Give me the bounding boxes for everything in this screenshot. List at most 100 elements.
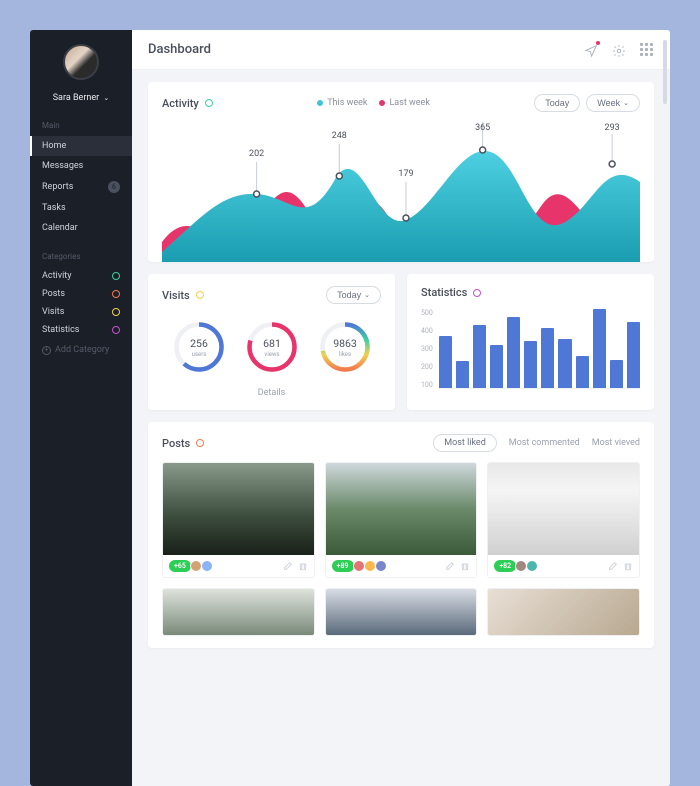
sidebar-item-label: Calendar bbox=[42, 223, 78, 233]
commenter-avatar bbox=[353, 560, 365, 572]
stat-bar bbox=[507, 317, 520, 388]
trash-icon[interactable] bbox=[460, 561, 470, 571]
activity-week-button[interactable]: Week⌄ bbox=[586, 94, 640, 112]
scrollbar[interactable] bbox=[663, 40, 667, 104]
post-card[interactable] bbox=[325, 588, 478, 636]
edit-icon[interactable] bbox=[608, 561, 618, 571]
sidebar-section-main: Main bbox=[30, 117, 132, 136]
chevron-down-icon: ⌄ bbox=[364, 291, 370, 299]
add-category-button[interactable]: + Add Category bbox=[30, 339, 132, 361]
stat-bar bbox=[576, 356, 589, 388]
stat-bar bbox=[627, 322, 640, 388]
stat-bar bbox=[439, 336, 452, 388]
stat-bar bbox=[524, 341, 537, 388]
activity-today-button[interactable]: Today bbox=[534, 94, 580, 112]
gear-icon bbox=[612, 44, 626, 58]
posts-dot-icon bbox=[196, 439, 204, 447]
category-dot-icon bbox=[112, 308, 120, 316]
statistics-dot-icon bbox=[473, 289, 481, 297]
activity-card: Activity This week Last week bbox=[148, 82, 654, 262]
grid-icon bbox=[640, 43, 654, 56]
notifications-button[interactable] bbox=[584, 43, 598, 57]
edit-icon[interactable] bbox=[283, 561, 293, 571]
apps-button[interactable] bbox=[640, 43, 654, 57]
stat-bar bbox=[490, 345, 503, 388]
sidebar-cat-activity[interactable]: Activity bbox=[30, 267, 132, 285]
commenter-avatar bbox=[375, 560, 387, 572]
sidebar-item-label: Home bbox=[42, 141, 66, 151]
svg-text:9863: 9863 bbox=[333, 337, 357, 350]
svg-text:views: views bbox=[264, 351, 279, 358]
add-category-label: Add Category bbox=[55, 345, 109, 355]
stat-bar bbox=[541, 328, 554, 388]
post-card[interactable]: +89 bbox=[325, 462, 478, 578]
visits-dot-icon bbox=[196, 291, 204, 299]
svg-text:256: 256 bbox=[190, 337, 208, 350]
user-name: Sara Berner bbox=[53, 93, 99, 103]
visits-title: Visits bbox=[162, 289, 190, 302]
sidebar-section-categories: Categories bbox=[30, 248, 132, 267]
avatar[interactable] bbox=[63, 44, 99, 80]
post-image bbox=[326, 463, 477, 555]
sidebar-item-calendar[interactable]: Calendar bbox=[30, 218, 132, 238]
stat-bar bbox=[456, 361, 469, 388]
sidebar-item-home[interactable]: Home bbox=[30, 136, 132, 156]
post-image bbox=[326, 589, 477, 635]
post-image bbox=[488, 589, 639, 635]
statistics-bars bbox=[439, 309, 640, 389]
activity-title: Activity bbox=[162, 97, 199, 110]
peak-label-1: 248 bbox=[332, 131, 347, 141]
tab-most-viewed[interactable]: Most vieved bbox=[592, 438, 640, 448]
svg-text:681: 681 bbox=[263, 337, 281, 350]
tab-most-commented[interactable]: Most commented bbox=[509, 438, 580, 448]
chevron-down-icon: ⌄ bbox=[103, 94, 109, 102]
legend-this-week: This week bbox=[317, 98, 367, 108]
stat-bar bbox=[558, 339, 571, 388]
post-card[interactable]: +82 bbox=[487, 462, 640, 578]
visits-today-button[interactable]: Today⌄ bbox=[326, 286, 381, 304]
commenter-avatar bbox=[201, 560, 213, 572]
trash-icon[interactable] bbox=[623, 561, 633, 571]
plus-icon: + bbox=[42, 346, 51, 355]
edit-icon[interactable] bbox=[445, 561, 455, 571]
visits-ring-likes: 9863 likes bbox=[318, 320, 372, 378]
statistics-y-axis: 500 400 300 200 100 bbox=[421, 309, 433, 389]
commenter-avatar bbox=[364, 560, 376, 572]
sidebar-cat-statistics[interactable]: Statistics bbox=[30, 321, 132, 339]
sidebar-item-reports[interactable]: Reports 6 bbox=[30, 176, 132, 198]
stat-bar bbox=[593, 309, 606, 388]
chevron-down-icon: ⌄ bbox=[623, 99, 629, 107]
visits-details-link[interactable]: Details bbox=[162, 388, 381, 398]
sidebar-cat-label: Posts bbox=[42, 289, 65, 299]
peak-label-0: 202 bbox=[249, 149, 264, 159]
svg-text:users: users bbox=[191, 351, 206, 358]
trash-icon[interactable] bbox=[298, 561, 308, 571]
post-image bbox=[163, 589, 314, 635]
like-badge: +65 bbox=[169, 560, 191, 572]
legend-last-week: Last week bbox=[379, 98, 429, 108]
user-menu[interactable]: Sara Berner ⌄ bbox=[30, 89, 132, 117]
svg-text:likes: likes bbox=[338, 351, 350, 358]
sidebar-cat-label: Statistics bbox=[42, 325, 79, 335]
sidebar-cat-visits[interactable]: Visits bbox=[30, 303, 132, 321]
sidebar-item-messages[interactable]: Messages bbox=[30, 156, 132, 176]
sidebar-item-tasks[interactable]: Tasks bbox=[30, 198, 132, 218]
stat-bar bbox=[473, 325, 486, 388]
paper-plane-icon bbox=[584, 44, 598, 58]
post-card[interactable] bbox=[162, 588, 315, 636]
category-dot-icon bbox=[112, 290, 120, 298]
settings-button[interactable] bbox=[612, 43, 626, 57]
peak-label-4: 293 bbox=[605, 123, 620, 133]
sidebar-cat-posts[interactable]: Posts bbox=[30, 285, 132, 303]
sidebar: Sara Berner ⌄ Main Home Messages Reports… bbox=[30, 30, 132, 786]
post-card[interactable] bbox=[487, 588, 640, 636]
post-card[interactable]: +65 bbox=[162, 462, 315, 578]
posts-title: Posts bbox=[162, 437, 190, 450]
sidebar-item-label: Messages bbox=[42, 161, 83, 171]
notification-dot-icon bbox=[596, 41, 600, 45]
tab-most-liked[interactable]: Most liked bbox=[433, 434, 497, 452]
posts-card: Posts Most liked Most commented Most vie… bbox=[148, 422, 654, 648]
visits-ring-views: 681 views bbox=[245, 320, 299, 378]
category-dot-icon bbox=[112, 272, 120, 280]
reports-badge: 6 bbox=[108, 181, 120, 193]
